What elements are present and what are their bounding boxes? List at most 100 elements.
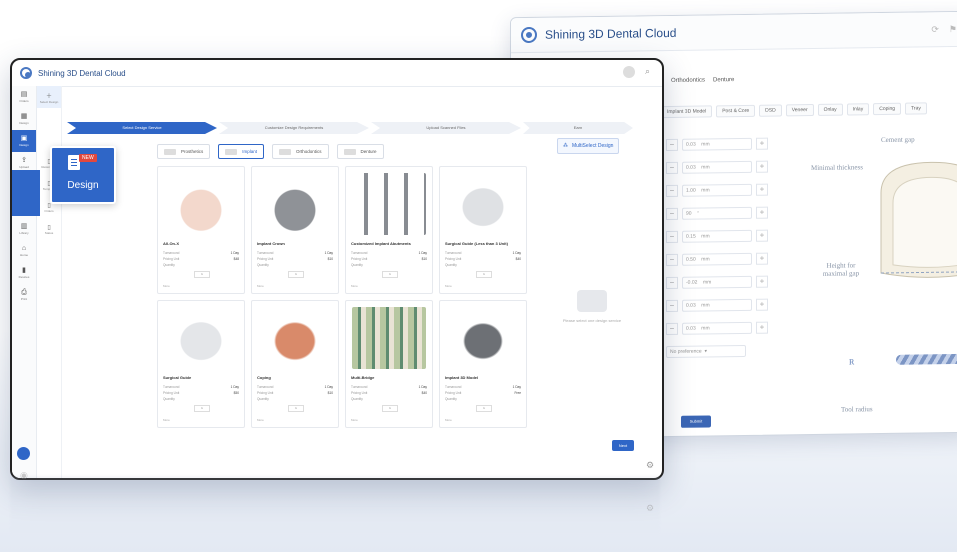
- service-card[interactable]: All-On-X Turnaround 1 Day Pricing Unit $48…: [157, 166, 245, 294]
- parameter-input[interactable]: 0.15 mm: [682, 229, 752, 243]
- minus-icon[interactable]: −: [666, 230, 678, 244]
- tab-denture[interactable]: Denture: [336, 144, 384, 159]
- parameter-input[interactable]: 0.03 mm: [682, 298, 752, 312]
- more-link[interactable]: More: [163, 284, 170, 288]
- search-icon[interactable]: ⌕: [645, 66, 650, 78]
- plus-icon[interactable]: +: [756, 275, 768, 288]
- more-link[interactable]: More: [445, 418, 452, 422]
- more-link[interactable]: More: [257, 418, 264, 422]
- service-card[interactable]: Coping Turnaround 1 Day Pricing Unit $10 Q…: [251, 300, 339, 428]
- more-link[interactable]: More: [445, 284, 452, 288]
- subtab[interactable]: Veneer: [785, 103, 814, 117]
- more-link[interactable]: More: [163, 418, 170, 422]
- minus-icon[interactable]: −: [666, 184, 678, 198]
- step-select-design-service[interactable]: Select Design Service: [67, 122, 217, 134]
- subtab[interactable]: Onlay: [817, 103, 843, 116]
- subtab[interactable]: Coping: [873, 102, 902, 116]
- parameter-input[interactable]: 0.03 mm: [682, 321, 752, 335]
- more-link[interactable]: More: [351, 284, 358, 288]
- step-customize-requirements[interactable]: Customize Design Requirements: [219, 122, 369, 134]
- quantity-stepper[interactable]: 1: [382, 405, 398, 412]
- quantity-stepper[interactable]: 1: [288, 405, 304, 412]
- design-callout[interactable]: NEW Design: [50, 146, 116, 204]
- service-card[interactable]: Multi-Bridge Turnaround 1 Day Pricing Uni…: [345, 300, 433, 428]
- subtab[interactable]: Inlay: [846, 103, 870, 116]
- parameter-input[interactable]: -0.02 mm: [682, 275, 752, 289]
- plus-icon[interactable]: +: [756, 206, 768, 219]
- nav-item-orders[interactable]: ▤ Orders: [12, 86, 36, 108]
- main-window-titlebar: Shining 3D Dental Cloud: [12, 60, 662, 87]
- more-link[interactable]: More: [351, 418, 358, 422]
- nav-item-library[interactable]: ▥ Library: [12, 218, 36, 240]
- parameter-row: −1.00 mm +: [666, 181, 768, 200]
- parameter-input[interactable]: 0.03 mm: [682, 160, 752, 174]
- minus-icon[interactable]: −: [666, 161, 678, 175]
- quantity-stepper[interactable]: 1: [194, 271, 210, 278]
- parameter-list: −0.03 mm + −0.03 mm + −1.00 mm + −90 ° + −0.…: [666, 135, 768, 366]
- quantity-stepper[interactable]: 1: [476, 405, 492, 412]
- tab-implant[interactable]: Implant: [218, 144, 265, 159]
- multiselect-design-button[interactable]: ⁂ MultiSelect Design: [557, 138, 620, 154]
- parameter-row: −0.03 mm +: [666, 319, 768, 338]
- tab-denture[interactable]: Denture: [713, 77, 734, 83]
- nav-item-devices[interactable]: ▮ Devices: [12, 262, 36, 284]
- plus-icon[interactable]: +: [756, 229, 768, 242]
- plus-icon[interactable]: +: [756, 137, 768, 150]
- step-earn[interactable]: Earn: [523, 122, 633, 134]
- service-card[interactable]: Surgical Guide Turnaround 1 Day Pricing U…: [157, 300, 245, 428]
- parameter-input[interactable]: 0.03 mm: [682, 137, 752, 151]
- parameter-input[interactable]: 1.00 mm: [682, 183, 752, 197]
- help-button[interactable]: [17, 447, 30, 460]
- minus-icon[interactable]: −: [666, 299, 678, 313]
- nav-item-print[interactable]: ⎙ Print: [12, 284, 36, 306]
- all-on-x-image: [164, 173, 238, 235]
- plus-icon[interactable]: +: [756, 183, 768, 196]
- tab-orthodontics[interactable]: Orthodontics: [272, 144, 329, 159]
- service-card[interactable]: Surgical Guide (Less than 3 Unit) Turnar…: [439, 166, 527, 294]
- subtab[interactable]: Post & Core: [716, 104, 756, 118]
- service-card[interactable]: Customized Implant Abutments Turnaround 1…: [345, 166, 433, 294]
- more-link[interactable]: More: [257, 284, 264, 288]
- preference-select-box[interactable]: No preference ▾: [666, 344, 746, 359]
- subtab[interactable]: Tray: [905, 102, 927, 115]
- tab-prosthetics[interactable]: Prosthetics: [157, 144, 211, 159]
- quantity-stepper[interactable]: 1: [194, 405, 210, 412]
- nav-item-home[interactable]: ⌂ Home: [12, 240, 36, 262]
- minus-icon[interactable]: −: [666, 138, 678, 152]
- service-card[interactable]: Implant 3D Model Turnaround 1 Day Pricing…: [439, 300, 527, 428]
- parameter-input[interactable]: 0.50 mm: [682, 252, 752, 266]
- gear-icon[interactable]: ⚙: [646, 460, 654, 471]
- refresh-icon[interactable]: ⟳: [931, 24, 939, 35]
- minus-icon[interactable]: −: [666, 253, 678, 267]
- card-meta: Turnaround 1 Day Pricing Unit Free Quantit…: [445, 385, 521, 401]
- design-nav-icon: ▣: [20, 135, 28, 142]
- nav-item-design[interactable]: ▦ Design: [12, 108, 36, 130]
- preference-select[interactable]: No preference ▾: [666, 342, 768, 361]
- nav-item-design-active[interactable]: ▣ Design: [12, 130, 36, 152]
- plus-icon[interactable]: +: [756, 321, 768, 334]
- quantity-stepper[interactable]: 1: [382, 271, 398, 278]
- submit-button[interactable]: Submit: [681, 415, 711, 428]
- minus-icon[interactable]: −: [666, 276, 678, 290]
- avatar[interactable]: [622, 66, 635, 78]
- minus-icon[interactable]: −: [666, 322, 678, 336]
- step-upload-files[interactable]: Upload Scanned Files: [371, 122, 521, 134]
- plus-icon[interactable]: +: [756, 252, 768, 265]
- quantity-stepper[interactable]: 1: [288, 271, 304, 278]
- tab-orthodontics[interactable]: Orthodontics: [671, 78, 705, 84]
- sub-item-status[interactable]: ▯ Status: [37, 218, 61, 240]
- subtab[interactable]: DSD: [759, 104, 782, 117]
- plus-icon[interactable]: +: [756, 298, 768, 311]
- plus-icon[interactable]: +: [756, 160, 768, 173]
- parameter-input[interactable]: 90 °: [682, 206, 752, 220]
- flag-icon[interactable]: ⚑: [949, 24, 957, 35]
- card-title: Surgical Guide: [163, 375, 192, 380]
- service-card[interactable]: Implant Crown Turnaround 1 Day Pricing Un…: [251, 166, 339, 294]
- r-label: R: [849, 357, 855, 367]
- left-nav: ▤Orders ▦Design ▣Design ⇪Upload ◫Models …: [12, 86, 37, 478]
- sub-item-select-design[interactable]: ＋ Select Design: [37, 86, 61, 108]
- quantity-stepper[interactable]: 1: [476, 271, 492, 278]
- subtab[interactable]: Implant 3D Model: [661, 105, 713, 119]
- minus-icon[interactable]: −: [666, 207, 678, 221]
- next-button[interactable]: Next: [612, 440, 634, 451]
